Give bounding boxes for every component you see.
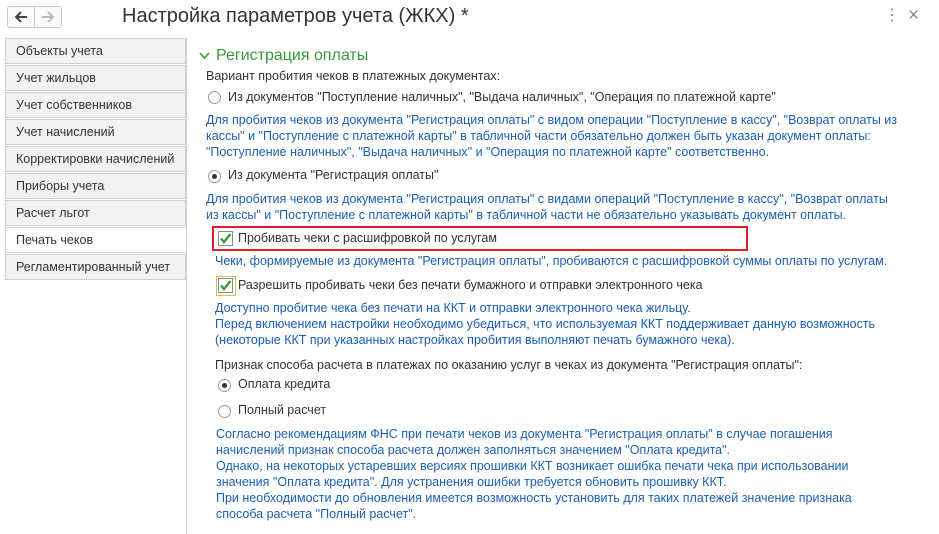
- settings-panel: Регистрация оплаты Вариант пробития чеко…: [187, 38, 939, 534]
- close-icon[interactable]: ×: [908, 6, 919, 25]
- option2-hint-line-1: Для пробития чеков из документа "Регистр…: [206, 192, 888, 206]
- back-button[interactable]: [7, 6, 35, 28]
- sidebar-item-corrections[interactable]: Корректировки начислений: [5, 146, 186, 172]
- checkbox-label-itemized-receipts[interactable]: Пробивать чеки с расшифровкой по услугам: [238, 231, 497, 245]
- radio-label-cash-documents[interactable]: Из документов "Поступление наличных", "В…: [228, 90, 776, 104]
- title-bar: Настройка параметров учета (ЖКХ) * ⋮ ×: [0, 0, 939, 34]
- checkbox-label-no-print-receipts[interactable]: Разрешить пробивать чеки без печати бума…: [238, 278, 703, 292]
- radio-label-credit-payment[interactable]: Оплата кредита: [238, 377, 330, 391]
- section-title: Регистрация оплаты: [216, 47, 369, 64]
- radio-option-cash-documents[interactable]: [208, 91, 221, 104]
- sidebar-item-receipt-printing[interactable]: Печать чеков: [5, 227, 186, 253]
- note-line-3: Однако, на некоторых устаревших версиях …: [216, 459, 849, 473]
- check2-hint-line-1: Доступно пробитие чека без печати на ККТ…: [215, 301, 691, 315]
- radio-label-payment-registration[interactable]: Из документа "Регистрация оплаты": [228, 168, 438, 182]
- sidebar-item-residents[interactable]: Учет жильцов: [5, 65, 186, 91]
- note-line-6: способа расчета "Полный расчет".: [216, 507, 417, 521]
- section-header[interactable]: Регистрация оплаты: [199, 47, 368, 65]
- arrow-left-icon: [14, 11, 27, 23]
- option1-hint-line-3: "Поступление наличных", "Выдача наличных…: [206, 145, 770, 159]
- option1-hint-line-2: кассы" и "Поступление с платежной карты"…: [206, 129, 871, 143]
- chevron-down-icon: [199, 47, 210, 65]
- note-line-1: Согласно рекомендациям ФНС при печати че…: [216, 427, 833, 441]
- radio-full-payment[interactable]: [218, 405, 231, 418]
- checkmark-icon: [220, 233, 232, 244]
- checkbox-no-print-receipts[interactable]: [218, 278, 233, 293]
- sidebar-item-owners[interactable]: Учет собственников: [5, 92, 186, 118]
- note-line-4: значения "Оплата кредита". Для устранени…: [216, 475, 727, 489]
- check2-hint-line-3: (некоторые ККТ при указанных настройках …: [215, 333, 735, 347]
- note-line-2: начислений признак способа расчета долже…: [216, 443, 731, 457]
- payment-method-label: Признак способа расчета в платежах по ок…: [215, 358, 803, 372]
- forward-button[interactable]: [34, 6, 62, 28]
- variant-label: Вариант пробития чеков в платежных докум…: [206, 69, 501, 83]
- check2-hint-line-2: Перед включением настройки необходимо уб…: [215, 317, 876, 331]
- radio-option-payment-registration[interactable]: [208, 170, 221, 183]
- sidebar-item-objects[interactable]: Объекты учета: [5, 38, 186, 64]
- radio-label-full-payment[interactable]: Полный расчет: [238, 403, 326, 417]
- kebab-icon[interactable]: ⋮: [884, 8, 900, 24]
- arrow-right-icon: [42, 11, 55, 23]
- checkmark-icon: [220, 280, 232, 291]
- sidebar-item-benefits[interactable]: Расчет льгот: [5, 200, 186, 226]
- note-line-5: При необходимости до обновления имеется …: [216, 491, 852, 505]
- sidebar: Объекты учета Учет жильцов Учет собствен…: [5, 38, 186, 534]
- sidebar-item-regulated-accounting[interactable]: Регламентированный учет: [5, 254, 186, 280]
- sidebar-item-charges[interactable]: Учет начислений: [5, 119, 186, 145]
- radio-credit-payment[interactable]: [218, 379, 231, 392]
- window-title: Настройка параметров учета (ЖКХ) *: [122, 5, 469, 27]
- option1-hint-line-1: Для пробития чеков из документа "Регистр…: [206, 113, 898, 127]
- check1-hint: Чеки, формируемые из документа "Регистра…: [215, 254, 888, 268]
- option2-hint-line-2: из кассы" и "Поступление с платежной кар…: [206, 208, 847, 222]
- checkbox-itemized-receipts[interactable]: [218, 231, 233, 246]
- sidebar-item-meters[interactable]: Приборы учета: [5, 173, 186, 199]
